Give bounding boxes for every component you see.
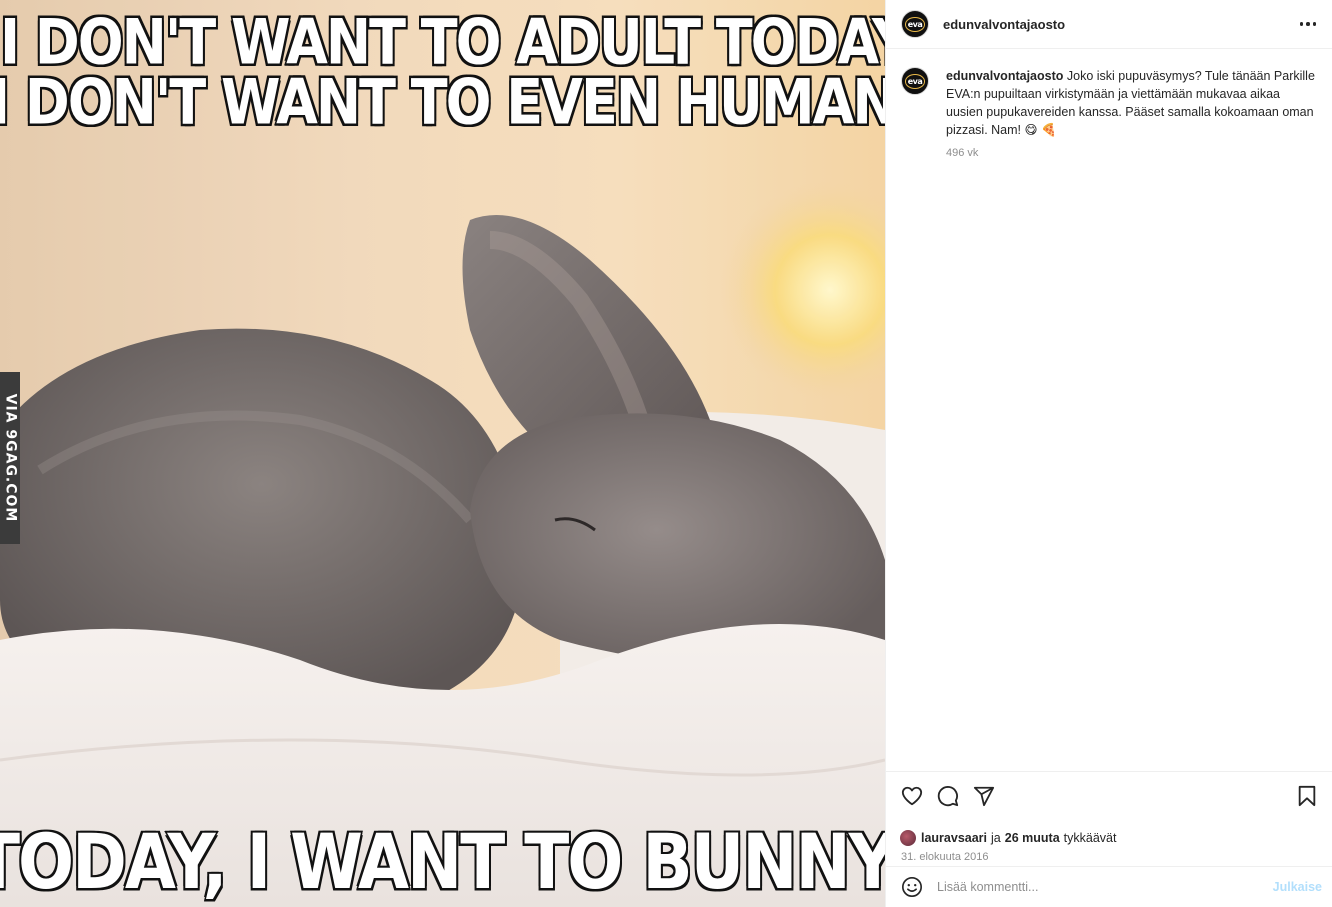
caption-avatar-logo-text: eva — [904, 73, 926, 89]
emoji-icon[interactable] — [901, 876, 923, 898]
likes-suffix: tykkäävät — [1063, 831, 1117, 845]
caption: eva edunvalvontajaosto Joko iski pupuväs… — [886, 49, 1332, 162]
meme-caption-top-2: I DON'T WANT TO EVEN HUMAN TODAY. — [0, 64, 885, 140]
username-link[interactable]: edunvalvontajaosto — [943, 17, 1065, 32]
caption-avatar[interactable]: eva — [901, 67, 929, 95]
liker-avatar[interactable] — [900, 830, 916, 846]
caption-body: edunvalvontajaosto Joko iski pupuväsymys… — [946, 67, 1316, 162]
avatar[interactable]: eva — [901, 10, 929, 38]
likes-conjunction: ja — [991, 831, 1001, 845]
bookmark-icon[interactable] — [1295, 784, 1319, 808]
watermark: VIA 9GAG.COM — [0, 372, 20, 544]
post-header: eva edunvalvontajaosto — [886, 0, 1332, 49]
post-image[interactable]: I DON'T WANT TO ADULT TODAY. I DON'T WAN… — [0, 0, 885, 907]
liker-username[interactable]: lauravsaari — [921, 831, 987, 845]
watermark-text: VIA 9GAG.COM — [2, 393, 18, 523]
action-bar — [900, 784, 1319, 808]
action-section: lauravsaari ja 26 muuta tykkäävät 31. el… — [886, 771, 1332, 863]
avatar-logo-text: eva — [904, 16, 926, 32]
more-horizontal-icon[interactable] — [1298, 16, 1319, 32]
share-icon[interactable] — [972, 784, 996, 808]
meme-caption-bottom: TODAY, I WANT TO BUNNY. — [0, 816, 885, 907]
caption-username[interactable]: edunvalvontajaosto — [946, 69, 1063, 83]
post-date[interactable]: 31. elokuuta 2016 — [901, 851, 1319, 863]
likes-summary: lauravsaari ja 26 muuta tykkäävät — [900, 830, 1319, 846]
post-comment-button[interactable]: Julkaise — [1273, 880, 1322, 894]
comment-icon[interactable] — [936, 784, 960, 808]
post-sidebar: eva edunvalvontajaosto eva edunvalvontaj… — [885, 0, 1332, 907]
caption-timestamp[interactable]: 496 vk — [946, 144, 1316, 162]
comment-input[interactable] — [937, 880, 1273, 894]
comment-bar: Julkaise — [886, 866, 1332, 907]
heart-icon[interactable] — [900, 784, 924, 808]
likes-others-link[interactable]: 26 muuta — [1005, 831, 1060, 845]
